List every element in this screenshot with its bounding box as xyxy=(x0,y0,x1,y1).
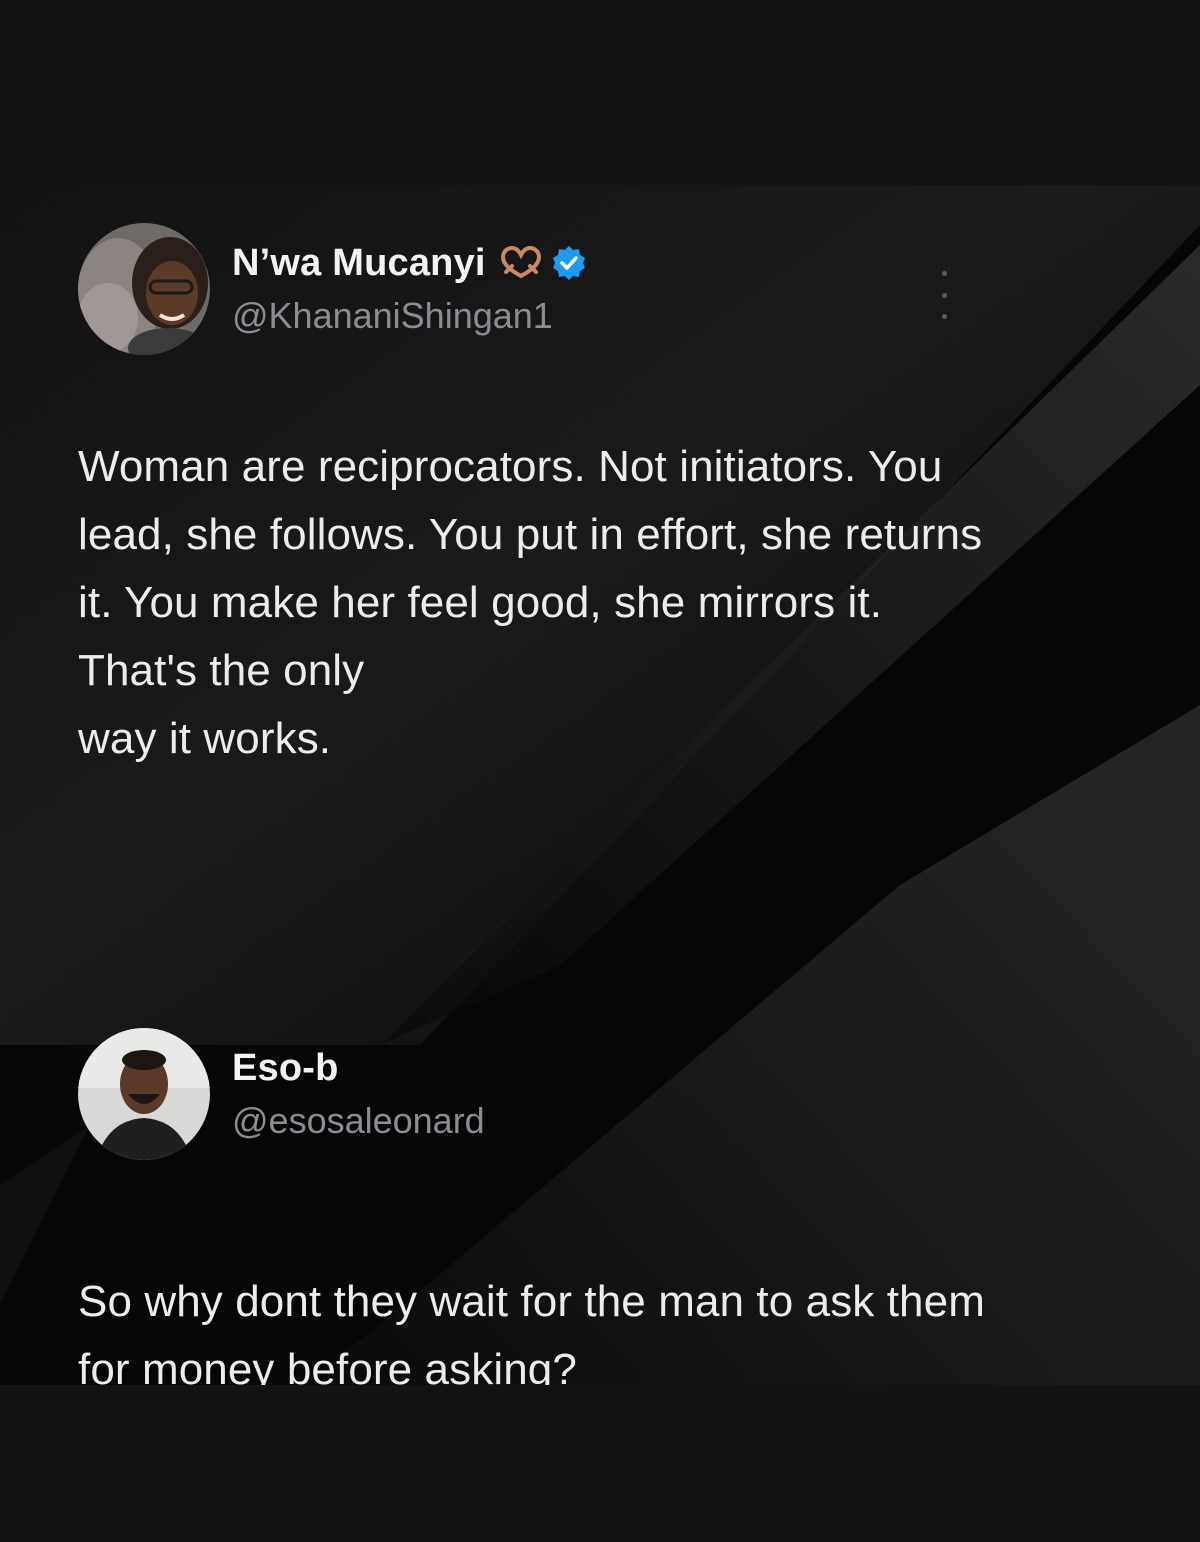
original-tweet: N’wa Mucanyi @KhananiShingan1 Woman are … xyxy=(78,223,1122,773)
tweet-card: N’wa Mucanyi @KhananiShingan1 Woman are … xyxy=(0,185,1200,1385)
reply-author-info: Eso-b @esosaleonard xyxy=(232,1044,485,1144)
reply-text: So why dont they wait for the man to ask… xyxy=(78,1268,1122,1385)
tweet-text: Woman are reciprocators. Not initiators.… xyxy=(78,433,1122,773)
author-avatar[interactable] xyxy=(78,223,210,355)
reply-tweet: Eso-b @esosaleonard So why dont they wai… xyxy=(78,1028,1122,1385)
tweet-text-line: That's the only xyxy=(78,646,365,695)
reply-author-avatar[interactable] xyxy=(78,1028,210,1160)
heart-hands-icon xyxy=(500,246,542,280)
tweet-text-line: way it works. xyxy=(78,714,332,763)
reply-author-name[interactable]: Eso-b xyxy=(232,1044,339,1092)
reply-author-handle[interactable]: @esosaleonard xyxy=(232,1098,485,1144)
author-name-row: N’wa Mucanyi xyxy=(232,239,588,287)
tweet-text-line: it. You make her feel good, she mirrors … xyxy=(78,578,883,627)
verified-badge-icon xyxy=(550,244,588,282)
screenshot-frame: N’wa Mucanyi @KhananiShingan1 Woman are … xyxy=(0,0,1200,1542)
more-options-icon[interactable] xyxy=(934,271,954,319)
author-info: N’wa Mucanyi @KhananiShingan1 xyxy=(232,239,588,339)
author-handle[interactable]: @KhananiShingan1 xyxy=(232,293,588,339)
tweet-text-line: lead, she follows. You put in effort, sh… xyxy=(78,510,983,559)
tweet-header: N’wa Mucanyi @KhananiShingan1 xyxy=(78,223,1122,355)
reply-author-name-row: Eso-b xyxy=(232,1044,485,1092)
reply-text-line: So why dont they wait for the man to ask… xyxy=(78,1277,985,1326)
reply-text-line: for money before asking? xyxy=(78,1345,577,1385)
tweet-text-line: Woman are reciprocators. Not initiators.… xyxy=(78,442,943,491)
reply-header: Eso-b @esosaleonard xyxy=(78,1028,1122,1160)
author-name[interactable]: N’wa Mucanyi xyxy=(232,239,486,287)
